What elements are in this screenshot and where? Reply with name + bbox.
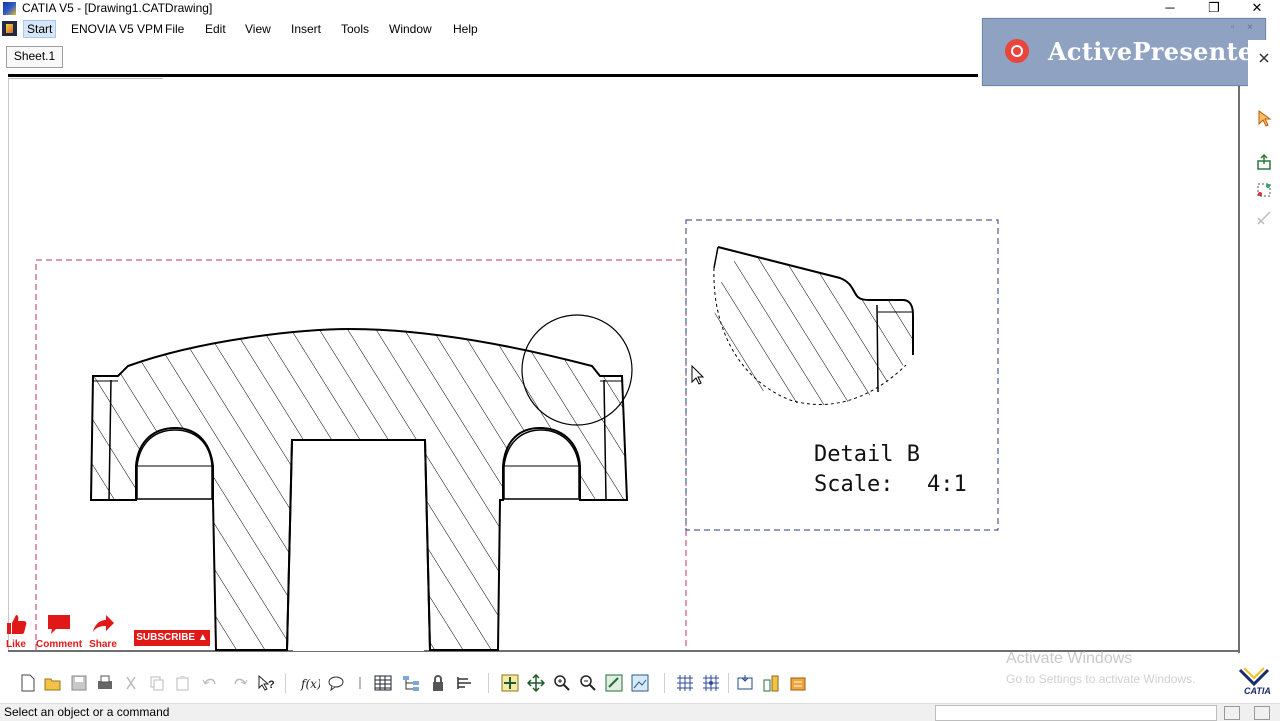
detail-scale-label: Scale: (814, 472, 894, 497)
redo-icon[interactable] (230, 673, 250, 693)
menu-tools[interactable]: Tools (341, 22, 369, 36)
table-icon[interactable] (373, 673, 393, 693)
export-icon[interactable] (1254, 152, 1274, 172)
print-icon[interactable] (95, 673, 115, 693)
menu-insert[interactable]: Insert (291, 22, 321, 36)
window-title: CATIA V5 - [Drawing1.CATDrawing] (22, 1, 213, 15)
drawing-canvas[interactable] (8, 79, 1239, 651)
like-button[interactable]: Like (4, 612, 28, 650)
close-doc-icon[interactable] (1254, 48, 1274, 68)
bell-icon: ▲ (197, 632, 208, 643)
share-button[interactable]: Share (88, 612, 118, 650)
menu-file[interactable]: File (165, 22, 184, 36)
menu-help[interactable]: Help (453, 22, 478, 36)
undo-icon[interactable] (200, 673, 220, 693)
status-bar: Select an object or a command (0, 703, 1280, 721)
ap-minimize-icon: ▫ (1231, 22, 1235, 33)
frame-icon[interactable] (735, 673, 755, 693)
open-icon[interactable] (43, 673, 63, 693)
status-message: Select an object or a command (4, 705, 170, 719)
grid-icon[interactable] (675, 673, 695, 693)
pin-icon (350, 673, 370, 693)
activepresenter-banner: ActivePresenter ▫ × (982, 18, 1266, 86)
status-btn-1[interactable] (1224, 706, 1240, 720)
image-icon[interactable] (630, 673, 650, 693)
catia-app-icon (3, 2, 16, 15)
paste-icon[interactable] (173, 673, 193, 693)
subscribe-button[interactable]: SUBSCRIBE ▲ (134, 630, 210, 646)
command-input[interactable] (935, 705, 1217, 721)
copy-icon[interactable] (147, 673, 167, 693)
select-icon[interactable] (1254, 108, 1274, 128)
cut-icon[interactable] (121, 673, 141, 693)
tree-icon[interactable] (401, 673, 421, 693)
activepresenter-text: ActivePresenter (1048, 37, 1267, 66)
ap-close-icon: × (1247, 22, 1253, 33)
lock-icon[interactable] (428, 673, 448, 693)
analysis-icon[interactable] (761, 673, 781, 693)
catalog-icon[interactable] (788, 673, 808, 693)
new-icon[interactable] (18, 673, 38, 693)
fit-all-icon[interactable] (500, 673, 520, 693)
status-btn-2[interactable] (1254, 706, 1270, 720)
social-overlay: Like Comment Share SUBSCRIBE ▲ (0, 612, 215, 658)
pan-icon[interactable] (526, 673, 546, 693)
formula-icon[interactable]: f(x) (300, 673, 320, 693)
svg-text:CATIA: CATIA (1244, 686, 1271, 696)
canvas-right-border (1238, 79, 1240, 653)
save-icon[interactable] (69, 673, 89, 693)
svg-text:?: ? (268, 679, 275, 691)
restore-button[interactable]: ❐ (1194, 0, 1234, 18)
whats-this-icon[interactable]: ? (256, 673, 276, 693)
svg-text:f(x): f(x) (300, 677, 320, 691)
geometry-icon[interactable] (1254, 180, 1274, 200)
normal-view-icon[interactable] (604, 673, 624, 693)
dim-icon (1254, 208, 1274, 228)
menu-start[interactable]: Start (23, 20, 57, 38)
activation-watermark-sub: Go to Settings to activate Windows. (1006, 672, 1196, 686)
activepresenter-logo-icon (1005, 39, 1029, 63)
right-toolbar (1248, 40, 1280, 660)
activation-watermark: Activate Windows (1006, 650, 1133, 667)
tab-sheet-1[interactable]: Sheet.1 (6, 46, 63, 68)
sheet-tab-row: Sheet.1 (0, 42, 980, 72)
start-menu-icon[interactable] (2, 21, 17, 36)
menu-window[interactable]: Window (389, 22, 432, 36)
sheet-divider (8, 74, 978, 77)
zoom-in-icon[interactable] (552, 673, 572, 693)
catia-logo: CATIA (1232, 664, 1278, 696)
menu-view[interactable]: View (245, 22, 271, 36)
detail-title: Detail B (814, 442, 920, 467)
snap-icon[interactable] (701, 673, 721, 693)
detail-scale-value: 4:1 (927, 472, 967, 497)
menu-bar: Start ENOVIA V5 VPM File Edit View Inser… (0, 19, 980, 39)
zoom-out-icon[interactable] (578, 673, 598, 693)
title-bar: CATIA V5 - [Drawing1.CATDrawing] ─ ❐ ✕ (0, 0, 1280, 18)
close-button[interactable]: ✕ (1237, 0, 1277, 18)
comment-icon (48, 615, 70, 634)
minimize-button[interactable]: ─ (1150, 0, 1190, 18)
menu-enovia[interactable]: ENOVIA V5 VPM (71, 22, 163, 36)
menu-edit[interactable]: Edit (205, 22, 226, 36)
thumbs-up-icon (7, 615, 27, 634)
align-icon[interactable] (454, 673, 474, 693)
share-icon (93, 615, 114, 632)
comment-icon[interactable] (326, 673, 346, 693)
comment-button[interactable]: Comment (36, 612, 82, 650)
